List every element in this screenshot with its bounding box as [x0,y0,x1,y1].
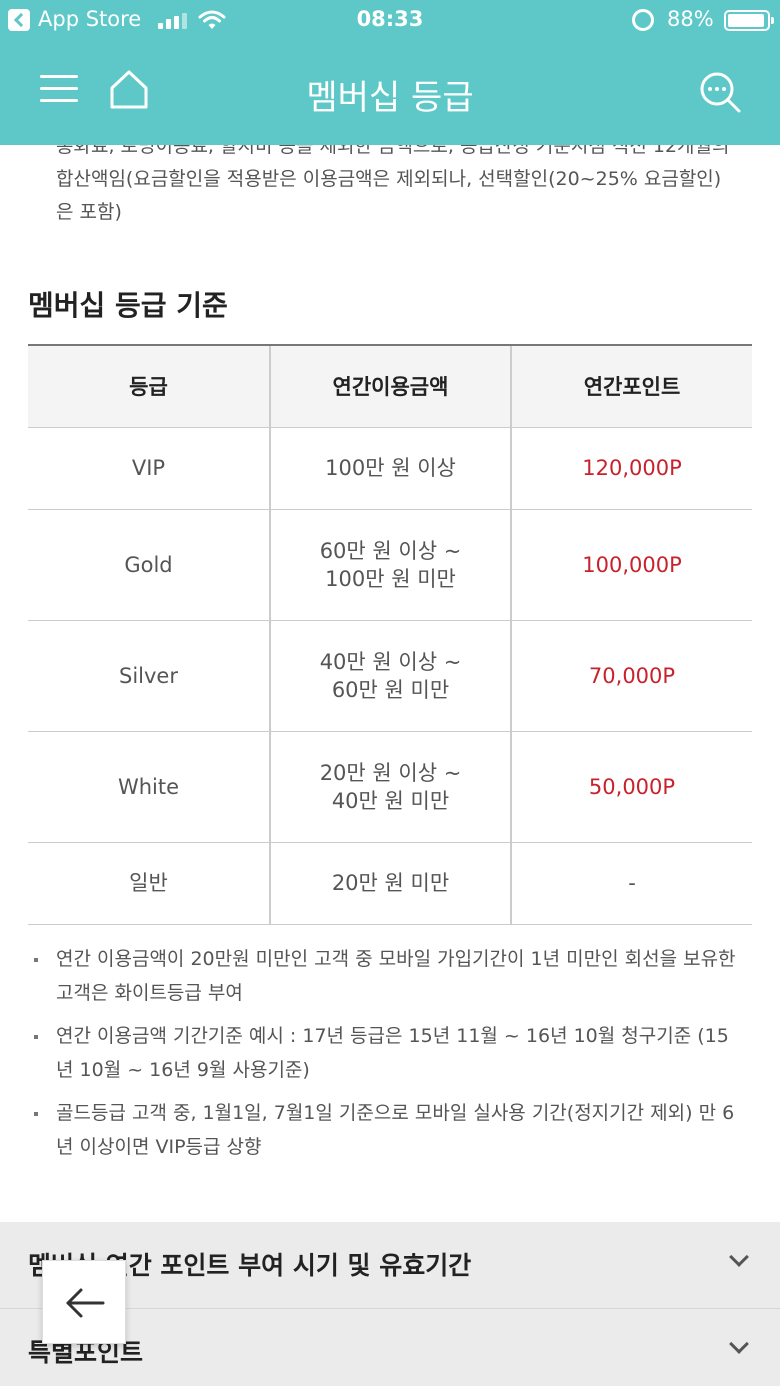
list-item: 연간 이용금액이 20만원 미만인 고객 중 모바일 가입기간이 1년 미만인 … [30,942,740,1010]
amount-cell: 100만 원 이상 [269,426,511,509]
notes-list: 연간 이용금액이 20만원 미만인 고객 중 모바일 가입기간이 1년 미만인 … [30,942,740,1173]
amount-cell: 40만 원 이상 ~60만 원 미만 [269,619,511,731]
rotation-lock-icon [632,9,654,31]
arrow-left-icon [66,1288,105,1318]
table-row: VIP 100만 원 이상 120,000P [28,426,752,509]
amount-cell: 20만 원 이상 ~40만 원 미만 [269,730,511,842]
table-row: White 20만 원 이상 ~40만 원 미만 50,000P [28,730,752,842]
list-item: 연간 이용금액 기간기준 예시 : 17년 등급은 15년 11월 ~ 16년 … [30,1019,740,1087]
grade-cell: Silver [28,619,270,731]
grade-cell: White [28,730,270,842]
chevron-down-icon [729,1247,749,1267]
column-header-points: 연간포인트 [510,344,752,427]
amount-cell: 20만 원 미만 [269,841,511,925]
grade-cell: Gold [28,508,270,620]
grade-cell: VIP [28,426,270,509]
clock: 08:33 [356,7,424,31]
section-title: 멤버십 등급 기준 [28,289,228,322]
column-header-amount: 연간이용금액 [269,344,511,427]
column-header-grade: 등급 [28,344,270,427]
table-row: Gold 60만 원 이상 ~100만 원 미만 100,000P [28,508,752,620]
app-header: 멤버십 등급 [0,40,780,145]
table-row: Silver 40만 원 이상 ~60만 원 미만 70,000P [28,619,752,731]
search-icon[interactable] [698,70,742,114]
grade-cell: 일반 [28,841,270,925]
points-cell: 70,000P [510,619,752,731]
table-header-row: 등급 연간이용금액 연간포인트 [28,344,752,427]
status-bar: App Store 08:33 88% [0,0,780,40]
points-cell: 50,000P [510,730,752,842]
table-row: 일반 20만 원 미만 - [28,841,752,925]
page-title: 멤버십 등급 [306,78,474,118]
battery-percent: 88% [667,7,714,31]
list-item: 골드등급 고객 중, 1월1일, 7월1일 기준으로 모바일 실사용 기간(정지… [30,1096,740,1164]
grade-table: 등급 연간이용금액 연간포인트 VIP 100만 원 이상 120,000P G… [28,344,752,925]
points-cell: 100,000P [510,508,752,620]
chevron-down-icon [729,1334,749,1354]
amount-cell: 60만 원 이상 ~100만 원 미만 [269,508,511,620]
back-button[interactable] [42,1260,126,1344]
points-cell: 120,000P [510,426,752,509]
battery-icon [724,10,774,31]
points-cell: - [510,841,752,925]
